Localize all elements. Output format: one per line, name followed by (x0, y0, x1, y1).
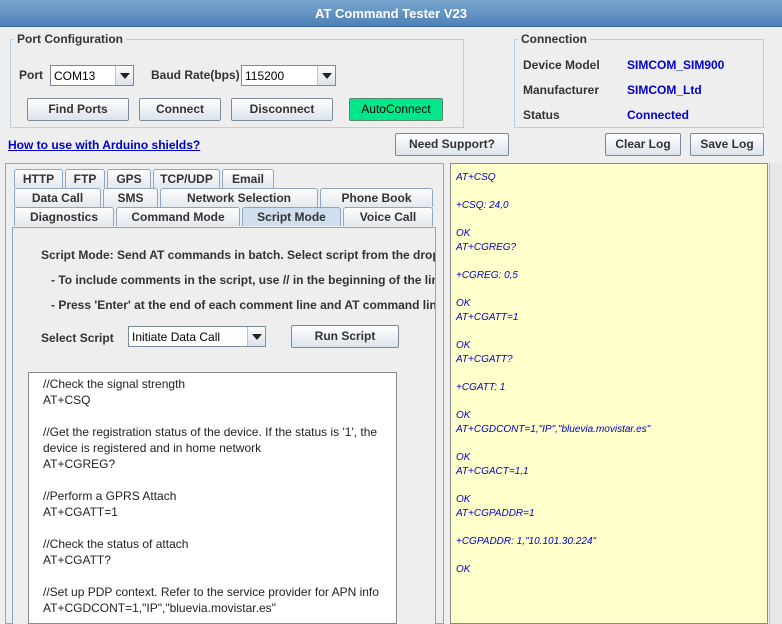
save-log-button[interactable]: Save Log (690, 133, 764, 156)
script-line: AT+CGDCONT=1,"IP","bluevia.movistar.es" (43, 601, 276, 615)
log-line: OK (456, 494, 471, 505)
run-script-button[interactable]: Run Script (291, 325, 399, 348)
log-line: +CGREG: 0,5 (456, 270, 518, 281)
script-line: device is registered and in home network (43, 441, 262, 455)
clear-log-button[interactable]: Clear Log (605, 133, 681, 156)
need-support-button[interactable]: Need Support? (395, 133, 509, 156)
log-scrollbar[interactable] (769, 163, 782, 624)
tab-data-call[interactable]: Data Call (14, 188, 101, 207)
port-configuration-legend: Port Configuration (17, 32, 123, 46)
port-select[interactable]: COM13 (50, 65, 134, 86)
tab-command-mode[interactable]: Command Mode (116, 207, 240, 226)
script-mode-description: Script Mode: Send AT commands in batch. … (41, 248, 436, 262)
port-label: Port (19, 68, 43, 82)
baud-rate-value: 115200 (245, 69, 285, 83)
autoconnect-button[interactable]: AutoConnect (349, 98, 443, 121)
log-panel[interactable]: AT+CSQ +CSQ: 24,0 OK AT+CGREG? +CGREG: 0… (450, 163, 768, 624)
tab-voice-call[interactable]: Voice Call (343, 207, 433, 226)
log-line: OK (456, 564, 471, 575)
script-line: AT+CGREG? (43, 457, 116, 471)
tab-diagnostics[interactable]: Diagnostics (14, 207, 114, 226)
tab-http[interactable]: HTTP (14, 169, 63, 188)
manufacturer-value: SIMCOM_Ltd (627, 83, 702, 97)
tab-tcp-udp[interactable]: TCP/UDP (153, 169, 220, 188)
find-ports-button[interactable]: Find Ports (27, 98, 129, 121)
manufacturer-label: Manufacturer (523, 83, 600, 97)
baud-rate-label: Baud Rate(bps) (151, 68, 240, 82)
tab-ftp[interactable]: FTP (65, 169, 105, 188)
script-mode-note-enter: - Press 'Enter' at the end of each comme… (51, 298, 436, 312)
select-script-label: Select Script (41, 331, 114, 345)
log-line: AT+CGDCONT=1,"IP","bluevia.movistar.es" (456, 424, 651, 435)
script-line: //Check the status of attach (43, 537, 189, 551)
log-line: +CSQ: 24,0 (456, 200, 509, 211)
chevron-down-icon[interactable] (115, 66, 133, 85)
chevron-down-icon[interactable] (247, 327, 265, 346)
script-editor[interactable]: //Check the signal strength AT+CSQ //Get… (28, 372, 397, 624)
status-label: Status (523, 108, 560, 122)
tab-email[interactable]: Email (222, 169, 274, 188)
connection-legend: Connection (521, 32, 587, 46)
log-line: AT+CGATT? (456, 354, 513, 365)
script-line: AT+CGATT=1 (43, 505, 118, 519)
log-line: AT+CGACT=1,1 (456, 466, 529, 477)
script-mode-note-comments: - To include comments in the script, use… (51, 273, 436, 287)
chevron-down-icon[interactable] (317, 66, 335, 85)
device-model-label: Device Model (523, 58, 600, 72)
script-line: AT+CSQ (43, 393, 91, 407)
log-line: +CGPADDR: 1,"10.101.30.224" (456, 536, 597, 547)
selected-script-value: Initiate Data Call (132, 330, 221, 344)
log-line: OK (456, 298, 471, 309)
tab-network-selection[interactable]: Network Selection (160, 188, 318, 207)
log-line: OK (456, 410, 471, 421)
tab-gps[interactable]: GPS (107, 169, 151, 188)
script-line: //Perform a GPRS Attach (43, 489, 177, 503)
tab-sms[interactable]: SMS (103, 188, 158, 207)
script-line: //Check the signal strength (43, 377, 186, 391)
script-line: //Get the registration status of the dev… (43, 425, 378, 439)
connect-button[interactable]: Connect (139, 98, 221, 121)
log-line: AT+CGATT=1 (456, 312, 519, 323)
arduino-help-link[interactable]: How to use with Arduino shields? (8, 138, 200, 152)
window-title: AT Command Tester V23 (0, 0, 782, 27)
log-line: +CGATT: 1 (456, 382, 506, 393)
tab-phone-book[interactable]: Phone Book (320, 188, 433, 207)
log-line: OK (456, 340, 471, 351)
select-script-dropdown[interactable]: Initiate Data Call (128, 326, 266, 347)
log-line: AT+CSQ (456, 172, 496, 183)
script-line: //Set up PDP context. Refer to the servi… (43, 585, 379, 599)
connection-status-value: Connected (627, 108, 690, 122)
log-line: AT+CGREG? (456, 242, 517, 253)
script-line: AT+CGATT? (43, 553, 111, 567)
log-line: AT+CGPADDR=1 (456, 508, 535, 519)
port-value: COM13 (54, 69, 96, 83)
baud-rate-select[interactable]: 115200 (241, 65, 336, 86)
disconnect-button[interactable]: Disconnect (231, 98, 333, 121)
tab-script-mode[interactable]: Script Mode (242, 207, 341, 226)
log-line: OK (456, 452, 471, 463)
device-model-value: SIMCOM_SIM900 (627, 58, 725, 72)
log-line: OK (456, 228, 471, 239)
